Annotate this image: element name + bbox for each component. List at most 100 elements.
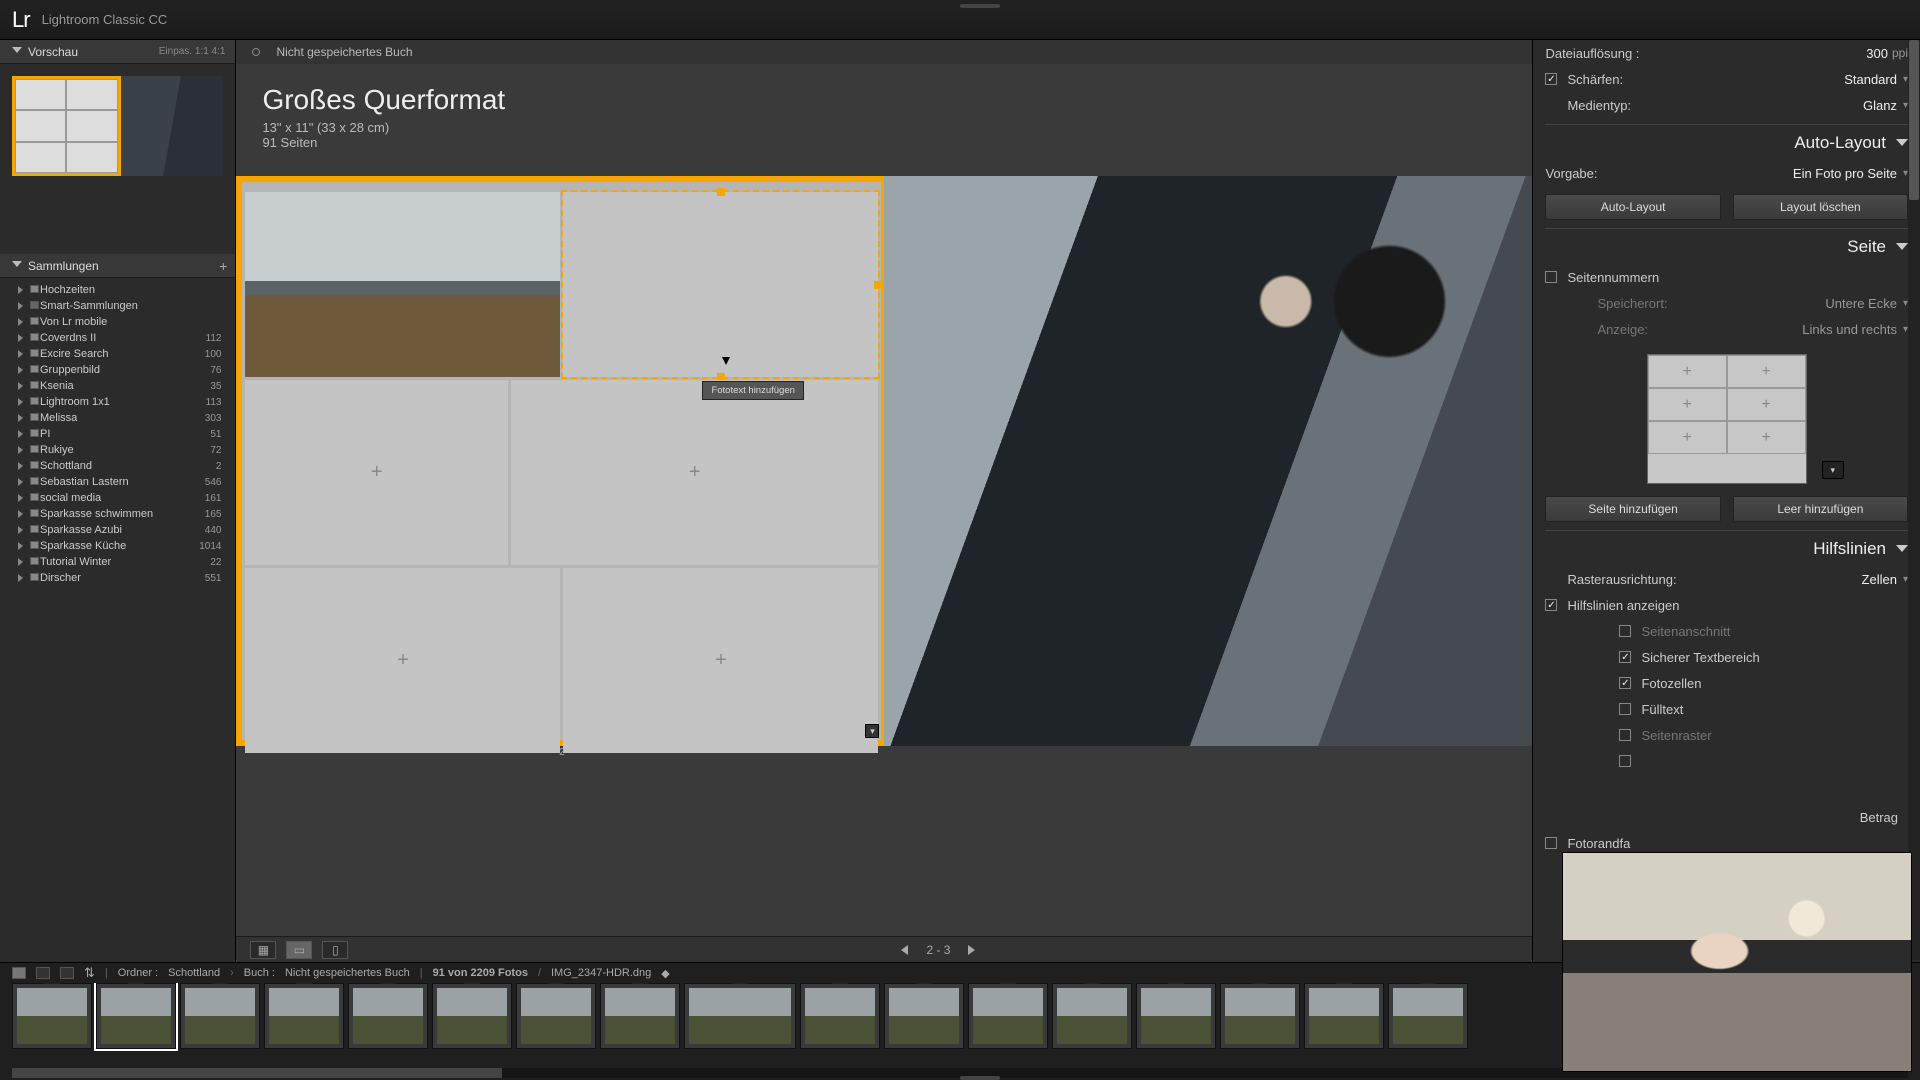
sharpen-row[interactable]: Schärfen: Standard▾ <box>1545 66 1908 92</box>
secondary-monitor-icon[interactable] <box>36 967 50 979</box>
expand-icon[interactable] <box>18 510 23 518</box>
spread-view-button[interactable]: ▭ <box>286 941 312 959</box>
guide-cells-checkbox[interactable] <box>1619 677 1631 689</box>
guides-section-header[interactable]: Hilfslinien <box>1545 530 1908 566</box>
preset-row[interactable]: Vorgabe: Ein Foto pro Seite▾ <box>1545 160 1908 186</box>
photo-cell[interactable] <box>245 192 560 377</box>
guide-pagegrid-row[interactable]: Seitenraster <box>1545 722 1908 748</box>
photo-cell-selected[interactable] <box>563 192 878 377</box>
pagenumbers-checkbox[interactable] <box>1545 271 1557 283</box>
grid-view-button[interactable]: ▦ <box>250 941 276 959</box>
mediatype-row[interactable]: Medientyp: Glanz▾ <box>1545 92 1908 118</box>
collection-item[interactable]: Gruppenbild76 <box>0 362 235 378</box>
expand-icon[interactable] <box>18 542 23 550</box>
page-section-header[interactable]: Seite <box>1545 228 1908 264</box>
filmstrip-thumb[interactable]: 1 <box>1304 983 1384 1049</box>
collection-item[interactable]: Sparkasse Azubi440 <box>0 522 235 538</box>
collection-item[interactable]: Melissa303 <box>0 410 235 426</box>
pagenumbers-row[interactable]: Seitennummern <box>1545 264 1908 290</box>
collection-item[interactable]: Sparkasse schwimmen165 <box>0 506 235 522</box>
resize-handle[interactable] <box>717 188 725 196</box>
guide-hidden-checkbox[interactable] <box>1619 755 1631 767</box>
expand-icon[interactable] <box>18 286 23 294</box>
filmstrip-thumb[interactable]: 1 <box>684 983 796 1049</box>
expand-icon[interactable] <box>18 382 23 390</box>
single-view-button[interactable]: ▯ <box>322 941 348 959</box>
guide-cells-row[interactable]: Fotozellen <box>1545 670 1908 696</box>
photo-cell[interactable]: + <box>563 568 878 753</box>
bottom-grip[interactable] <box>960 1076 1000 1080</box>
collection-item[interactable]: social media161 <box>0 490 235 506</box>
page-right[interactable]: 3 <box>884 176 1532 746</box>
filmstrip-thumb[interactable]: 1 <box>1388 983 1468 1049</box>
show-guides-row[interactable]: Hilfslinien anzeigen <box>1545 592 1908 618</box>
expand-icon[interactable] <box>18 462 23 470</box>
layout-more-button[interactable]: ▾ <box>1822 461 1844 479</box>
expand-icon[interactable] <box>18 430 23 438</box>
grid-snap-row[interactable]: Rasterausrichtung: Zellen▾ <box>1545 566 1908 592</box>
collapse-icon[interactable] <box>1896 545 1908 552</box>
page-left[interactable]: ++ ++ Fototext hinzufügen 2 ▾ <box>236 176 884 746</box>
collection-item[interactable]: Sebastian Lastern546 <box>0 474 235 490</box>
expand-icon[interactable] <box>18 318 23 326</box>
expand-icon[interactable] <box>18 446 23 454</box>
autolayout-button[interactable]: Auto-Layout <box>1545 194 1720 220</box>
expand-icon[interactable] <box>18 414 23 422</box>
expand-icon[interactable] <box>18 350 23 358</box>
primary-monitor-icon[interactable] <box>12 967 26 979</box>
collection-item[interactable]: Schottland2 <box>0 458 235 474</box>
expand-icon[interactable] <box>18 302 23 310</box>
guide-pagegrid-checkbox[interactable] <box>1619 729 1631 741</box>
collapse-icon[interactable] <box>1896 243 1908 250</box>
prev-page-icon[interactable] <box>901 945 908 955</box>
guide-safetext-checkbox[interactable] <box>1619 651 1631 663</box>
filmstrip-thumb[interactable]: 1 <box>1052 983 1132 1049</box>
expand-icon[interactable] <box>18 478 23 486</box>
collection-item[interactable]: Lightroom 1x1113 <box>0 394 235 410</box>
collection-item[interactable]: Rukiye72 <box>0 442 235 458</box>
right-scrollbar-thumb[interactable] <box>1909 40 1919 200</box>
next-page-icon[interactable] <box>968 945 975 955</box>
filmstrip-thumb[interactable]: 1 <box>1220 983 1300 1049</box>
filmstrip-thumb[interactable]: 1 <box>264 983 344 1049</box>
filmstrip-thumb[interactable]: 1 <box>516 983 596 1049</box>
filmstrip-thumb[interactable]: 1 <box>1136 983 1216 1049</box>
preview-section-header[interactable]: Vorschau Einpas. 1:1 4:1 <box>0 40 235 64</box>
photo-cell[interactable]: + <box>245 380 508 565</box>
expand-icon[interactable] <box>18 398 23 406</box>
show-guides-checkbox[interactable] <box>1545 599 1557 611</box>
expand-icon[interactable] <box>18 366 23 374</box>
collapse-icon[interactable] <box>12 261 22 267</box>
clear-layout-button[interactable]: Layout löschen <box>1733 194 1908 220</box>
filmstrip-thumb[interactable]: 1 <box>96 983 176 1049</box>
preview-zoom-options[interactable]: Einpas. 1:1 4:1 <box>159 46 226 57</box>
page-options-button[interactable]: ▾ <box>865 724 879 738</box>
filmstrip-thumb[interactable]: 1 <box>348 983 428 1049</box>
guide-bleed-checkbox[interactable] <box>1619 625 1631 637</box>
preset-value[interactable]: Ein Foto pro Seite <box>1793 166 1897 181</box>
guide-safetext-row[interactable]: Sicherer Textbereich <box>1545 644 1908 670</box>
collection-item[interactable]: Dirscher551 <box>0 570 235 586</box>
sharpen-value[interactable]: Standard <box>1844 72 1897 87</box>
filmstrip-thumb[interactable]: 1 <box>968 983 1048 1049</box>
add-photo-text-tooltip[interactable]: Fototext hinzufügen <box>702 381 803 400</box>
collection-item[interactable]: Von Lr mobile <box>0 314 235 330</box>
preview-page-right[interactable] <box>121 76 224 176</box>
sharpen-checkbox[interactable] <box>1545 73 1557 85</box>
collection-item[interactable]: Coverdns II112 <box>0 330 235 346</box>
autolayout-section-header[interactable]: Auto-Layout <box>1545 124 1908 160</box>
filmstrip-thumb[interactable]: 1 <box>432 983 512 1049</box>
expand-icon[interactable] <box>18 558 23 566</box>
add-collection-icon[interactable]: + <box>219 258 227 274</box>
path-book[interactable]: Nicht gespeichertes Buch <box>285 967 410 979</box>
grid-snap-value[interactable]: Zellen <box>1862 572 1897 587</box>
expand-icon[interactable] <box>18 494 23 502</box>
expand-icon[interactable] <box>18 574 23 582</box>
guide-filltext-checkbox[interactable] <box>1619 703 1631 715</box>
grid-icon[interactable] <box>60 967 74 979</box>
filmstrip-thumb[interactable]: 1 <box>884 983 964 1049</box>
filmstrip-thumb[interactable]: 1 <box>600 983 680 1049</box>
sort-icon[interactable]: ⇅ <box>84 965 95 981</box>
add-page-button[interactable]: Seite hinzufügen <box>1545 496 1720 522</box>
photo-cell[interactable]: + <box>511 380 879 565</box>
